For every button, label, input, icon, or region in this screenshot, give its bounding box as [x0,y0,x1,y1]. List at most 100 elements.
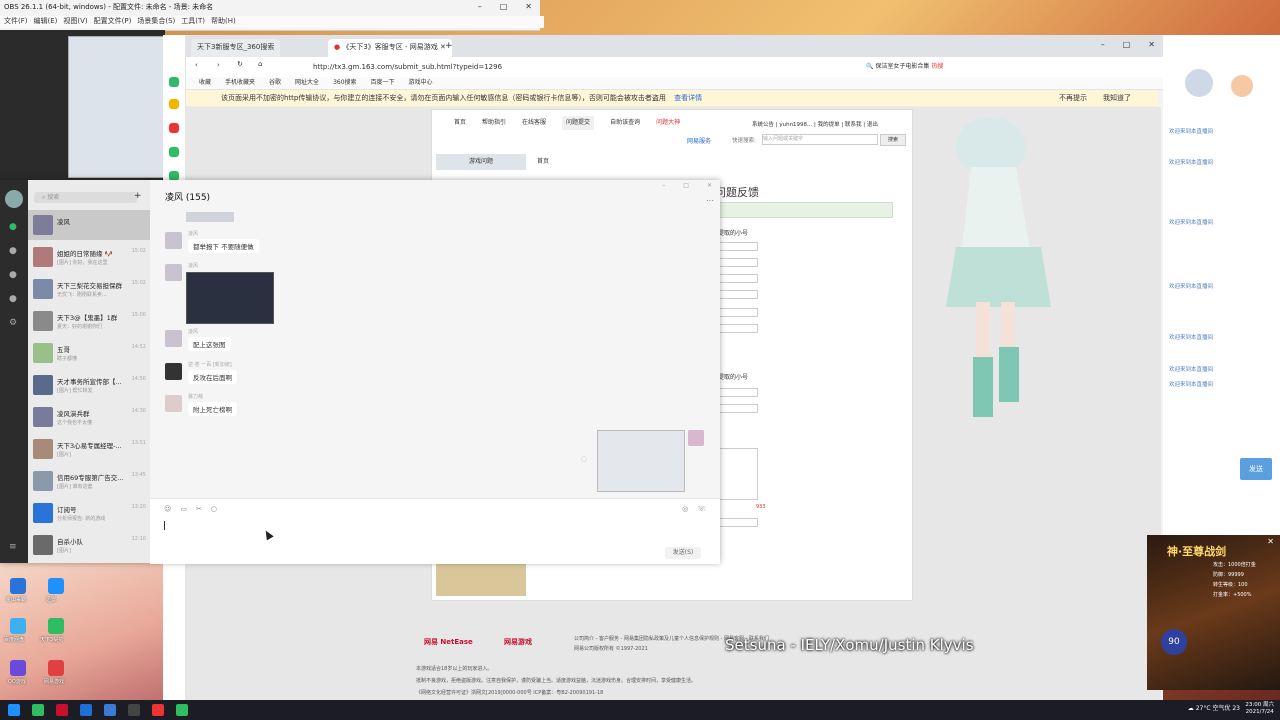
bookmark-item[interactable]: 游戏中心 [409,77,433,89]
close-icon[interactable]: ✕ [1148,40,1155,49]
list-item[interactable]: 姐姐的日常随缘 🐶 [图片] 你好，我在这里 15:02 [28,242,150,272]
list-item[interactable]: 天才事务所宣传部【... [图片] 帮忙转发 14:50 [28,370,150,400]
qq-game-icon[interactable] [10,660,26,676]
windows-start-icon[interactable] [8,704,20,716]
minimize-icon[interactable]: – [478,2,482,11]
bookmark-item[interactable]: 收藏 [199,77,211,89]
warning-details-link[interactable]: 查看详情 [674,94,702,102]
dont-show-button[interactable]: 不再提示 [1059,90,1087,106]
image-message[interactable] [186,272,274,324]
search-input[interactable]: ⌕ 搜索 [34,192,137,203]
sidebar-item-game-issue[interactable]: 游戏问题 [436,154,526,170]
user-avatar[interactable] [5,190,23,208]
back-icon[interactable]: ‹ [195,61,198,69]
list-item[interactable]: 订阅号 分析师报告: 新的游戏 13:20 [28,498,150,528]
nav-home[interactable]: 首页 [454,116,466,130]
form-input[interactable] [718,324,758,333]
list-item[interactable]: 自杀小队 [图片] 12:10 [28,530,150,560]
maximize-icon[interactable]: □ [1123,40,1131,49]
list-item[interactable]: 天下3心易专属经理-... [图片] 13:51 [28,434,150,464]
form-input[interactable] [718,258,758,267]
obs-icon[interactable] [128,704,140,716]
thunder-icon[interactable] [48,578,64,594]
list-item[interactable]: 天下3@【鬼墨】1群 夏天：好的谢谢你们 15:00 [28,306,150,336]
bookmark-item[interactable]: 360搜索 [333,77,356,89]
bookmark-item[interactable]: 百度一下 [371,77,395,89]
sent-image-message[interactable] [597,430,685,492]
got-it-button[interactable]: 我知道了 [1103,90,1131,106]
site-search-button[interactable]: 搜索 [880,134,906,146]
browser-360-icon[interactable] [176,704,188,716]
reload-icon[interactable]: ↻ [237,60,243,68]
form-input[interactable] [718,388,758,397]
game-icon[interactable] [48,618,64,634]
netdisk-icon[interactable] [10,618,26,634]
contacts-icon[interactable]: ● [9,246,17,256]
breadcrumb[interactable]: 首页 [537,156,549,165]
description-textarea[interactable] [718,448,758,500]
gift-icon[interactable] [1231,75,1253,97]
menu-tools[interactable]: 工具(T) [181,16,205,28]
menu-scene-collection[interactable]: 场景集合(S) [137,16,175,28]
favorites-icon[interactable] [169,99,179,109]
app-icon[interactable] [56,704,68,716]
nav-online[interactable]: 在线客服 [522,116,546,130]
browser-icon[interactable] [32,704,44,716]
stream-send-button[interactable]: 发送 [1240,458,1272,480]
minimize-icon[interactable]: – [662,182,665,189]
close-icon[interactable]: ✕ [707,182,712,189]
weather-icon[interactable]: ☁ [1188,705,1194,712]
form-select[interactable] [718,404,758,413]
form-input[interactable] [718,274,758,283]
message-icon[interactable]: ● [9,222,17,232]
menu-view[interactable]: 视图(V) [63,16,87,28]
nav-help[interactable]: 帮助指引 [482,116,506,130]
emoji-icon[interactable]: ☺ [164,505,171,513]
menu-profile[interactable]: 配置文件(P) [94,16,132,28]
send-button[interactable]: 发送(S) [665,547,701,559]
maximize-icon[interactable]: □ [683,182,689,189]
apps-icon[interactable]: ● [9,294,17,304]
home-icon[interactable]: ⌂ [258,60,262,68]
nav-expert[interactable]: 问题大神 [656,116,680,130]
list-item[interactable]: 五哥 瞎子都懂 14:52 [28,338,150,368]
menu-icon[interactable]: ≡ [170,684,177,693]
nav-self-service[interactable]: 自助该查询 [610,116,640,130]
add-icon[interactable]: + [134,191,142,201]
form-input[interactable] [718,242,758,251]
settings-icon[interactable]: ⚙ [9,318,17,328]
weibo-icon[interactable] [169,123,179,133]
bookmark-item[interactable]: 手机收藏夹 [225,77,255,89]
list-item[interactable]: 凌风演兵群 这个我也不太懂 14:30 [28,402,150,432]
menu-file[interactable]: 文件(F) [4,16,28,28]
user-links[interactable]: 系统公告 | yuhn1998... | 我的提单 | 联系我 | 退出 [752,120,878,128]
form-select[interactable] [718,290,758,299]
list-item[interactable]: 凌风 [28,210,150,240]
forward-icon[interactable]: › [217,61,220,69]
site-search-input[interactable]: 输入问题或关键字 [762,134,878,145]
video-call-icon[interactable]: ☏ [697,505,706,513]
close-icon[interactable]: ✕ [525,2,532,11]
chat-bubble-icon[interactable]: ○ [211,505,217,513]
new-tab-icon[interactable]: + [445,41,453,51]
tab-search[interactable]: 天下3新服专区_360搜索 [191,39,281,57]
form-input[interactable] [718,308,758,317]
list-item[interactable]: 天下三梨花交易担保群 无忧飞：刚刚联系卖... 15:02 [28,274,150,304]
sidebar-app-icon[interactable] [169,77,179,87]
list-item[interactable]: 信用69专服第广告交... [图片] 谁有这套 13:45 [28,466,150,496]
bookmark-item[interactable]: 网址大全 [295,77,319,89]
browser-search-box[interactable]: 🔍 保洁室女子电影合集 热搜 [866,61,966,70]
menu-help[interactable]: 帮助(H) [211,16,236,28]
tab-support[interactable]: ● 《天下3》客服专区 - 网易游戏 ✕ [328,39,452,57]
folder-icon[interactable]: ▭ [180,505,187,513]
sidebar-app-icon[interactable] [169,147,179,157]
app-icon[interactable] [104,704,116,716]
close-icon[interactable]: ✕ [1267,537,1274,546]
clock[interactable]: 23:00 周六 2021/7/24 [1245,702,1274,716]
voice-call-icon[interactable]: ◎ [682,505,688,513]
scissors-icon[interactable]: ✂ [196,505,202,513]
edge-icon[interactable] [80,704,92,716]
netease-game-icon[interactable] [48,660,64,676]
add-icon[interactable]: + [168,657,176,668]
antivirus-icon[interactable] [10,578,26,594]
